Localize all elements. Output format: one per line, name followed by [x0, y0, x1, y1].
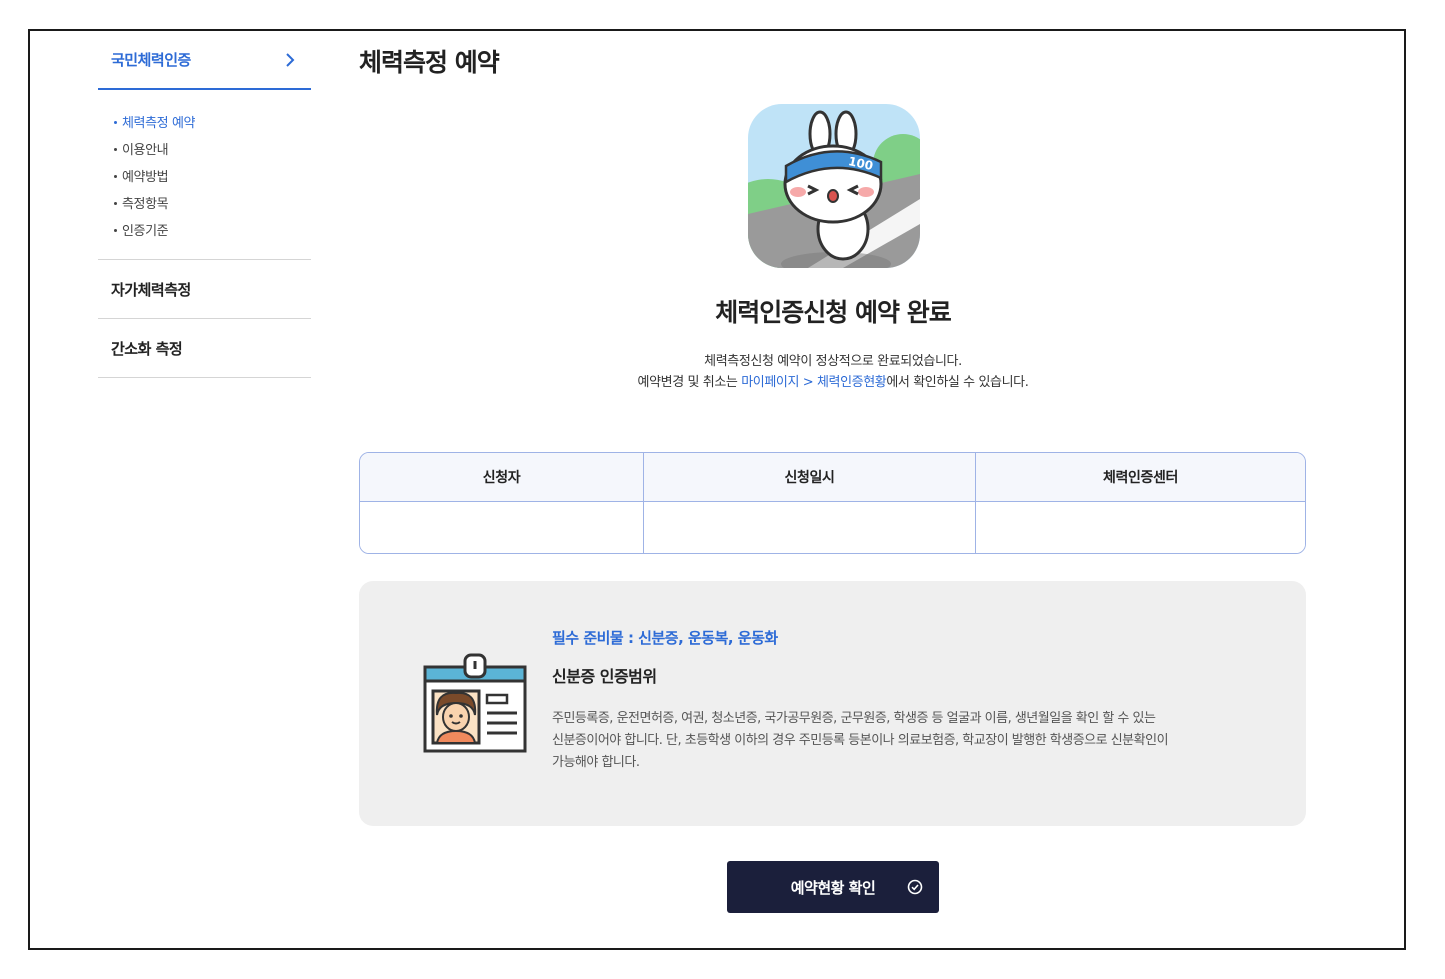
sidebar-item-label: 이용안내 [122, 143, 169, 158]
mascot-rabbit-icon: 100 [748, 104, 920, 268]
check-circle-icon [907, 879, 923, 895]
bullet-icon [114, 202, 117, 205]
table-cell-applicant [360, 502, 643, 553]
id-range-description: 주민등록증, 운전면허증, 여권, 청소년증, 국가공무원증, 군무원증, 학생… [552, 708, 1242, 774]
notice-box: 필수 준비물 : 신분증, 운동복, 운동화 신분증 인증범위 주민등록증, 운… [359, 581, 1306, 826]
completion-description: 체력측정신청 예약이 정상적으로 완료되었습니다. 예약변경 및 취소는 마이페… [360, 351, 1306, 393]
description-line-1: 체력측정신청 예약이 정상적으로 완료되었습니다. [704, 354, 962, 369]
reservation-info-table: 신청자 신청일시 체력인증센터 [359, 452, 1306, 554]
id-range-line-2: 신분증이어야 합니다. 단, 초등학생 이하의 경우 주민등록 등본이나 의료보… [552, 733, 1169, 748]
sidebar-section-title: 국민체력인증 [111, 51, 191, 69]
bullet-icon [114, 148, 117, 151]
required-items: 필수 준비물 : 신분증, 운동복, 운동화 [552, 629, 778, 647]
page-frame: 국민체력인증 체력측정 예약 이용안내 예약방법 측정항목 인증기준 자가체력측… [28, 29, 1406, 950]
description-suffix: 에서 확인하실 수 있습니다. [886, 375, 1029, 390]
sidebar-item-label: 체력측정 예약 [122, 116, 196, 131]
sidebar: 국민체력인증 체력측정 예약 이용안내 예약방법 측정항목 인증기준 자가체력측… [98, 31, 311, 378]
sidebar-item-how-to-book[interactable]: 예약방법 [114, 164, 311, 191]
sidebar-item-reservation[interactable]: 체력측정 예약 [114, 110, 311, 137]
table-cell-center [975, 502, 1305, 553]
page-title: 체력측정 예약 [359, 48, 500, 77]
sidebar-item-measurement-items[interactable]: 측정항목 [114, 191, 311, 218]
id-card-icon [423, 653, 527, 755]
chevron-right-icon [281, 51, 299, 69]
check-reservation-label: 예약현황 확인 [790, 878, 876, 897]
sidebar-item-label: 간소화 측정 [111, 339, 183, 358]
check-reservation-button[interactable]: 예약현황 확인 [727, 861, 939, 913]
id-range-title: 신분증 인증범위 [552, 667, 657, 686]
sidebar-item-label: 측정항목 [122, 197, 169, 212]
sidebar-item-label: 예약방법 [122, 170, 169, 185]
bullet-icon [114, 229, 117, 232]
id-range-line-1: 주민등록증, 운전면허증, 여권, 청소년증, 국가공무원증, 군무원증, 학생… [552, 711, 1156, 726]
table-cell-date [643, 502, 975, 553]
sidebar-item-guide[interactable]: 이용안내 [114, 137, 311, 164]
table-header-applicant: 신청자 [360, 453, 643, 502]
sidebar-item-cert-criteria[interactable]: 인증기준 [114, 218, 311, 245]
sidebar-item-label: 자가체력측정 [111, 280, 191, 299]
sidebar-item-simplified-measurement[interactable]: 간소화 측정 [98, 319, 311, 378]
sidebar-item-self-measurement[interactable]: 자가체력측정 [98, 260, 311, 319]
completion-title: 체력인증신청 예약 완료 [715, 298, 951, 327]
id-range-line-3: 가능해야 합니다. [552, 755, 640, 770]
description-prefix: 예약변경 및 취소는 [637, 375, 742, 390]
sidebar-section-fitness-cert[interactable]: 국민체력인증 [98, 31, 311, 90]
mypage-status-link[interactable]: 마이페이지 > 체력인증현황 [741, 375, 887, 390]
sidebar-item-label: 인증기준 [122, 224, 169, 239]
table-header-center: 체력인증센터 [975, 453, 1305, 502]
sidebar-sub-list: 체력측정 예약 이용안내 예약방법 측정항목 인증기준 [98, 90, 311, 260]
description-line-2: 예약변경 및 취소는 마이페이지 > 체력인증현황에서 확인하실 수 있습니다. [360, 372, 1306, 393]
bullet-icon [114, 121, 117, 124]
bullet-icon [114, 175, 117, 178]
table-header-date: 신청일시 [643, 453, 975, 502]
